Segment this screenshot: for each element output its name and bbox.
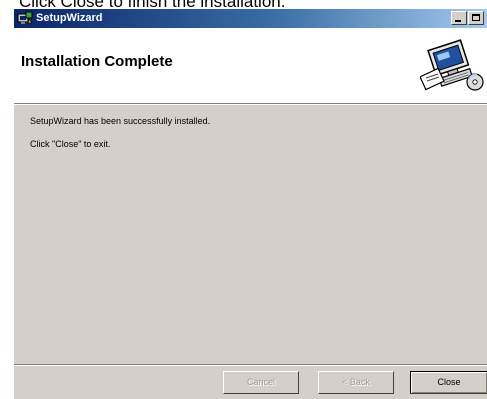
success-message: SetupWizard has been successfully instal… bbox=[30, 116, 211, 126]
window-title: SetupWizard bbox=[36, 12, 103, 24]
cancel-button[interactable]: Cancel bbox=[223, 371, 299, 394]
title-bar[interactable]: SetupWizard bbox=[14, 9, 487, 28]
footer-separator-highlight bbox=[14, 365, 487, 366]
close-button[interactable]: Close bbox=[410, 371, 487, 394]
back-button[interactable]: < Back bbox=[318, 371, 394, 394]
maximize-button[interactable] bbox=[468, 11, 484, 25]
installer-icon[interactable] bbox=[17, 11, 33, 26]
exit-instruction: Click "Close" to exit. bbox=[30, 139, 111, 149]
minimize-button[interactable] bbox=[451, 11, 467, 25]
minimize-icon bbox=[455, 20, 461, 22]
screenshot-frame: Click Close to finish the installation. … bbox=[0, 0, 487, 399]
page-title: Installation Complete bbox=[21, 53, 173, 70]
wizard-header: Installation Complete bbox=[14, 28, 487, 104]
maximize-icon bbox=[472, 14, 480, 21]
computer-install-icon bbox=[419, 38, 484, 94]
setup-wizard-window: SetupWizard Installation Complete SetupW… bbox=[13, 8, 487, 399]
header-divider bbox=[14, 104, 487, 105]
